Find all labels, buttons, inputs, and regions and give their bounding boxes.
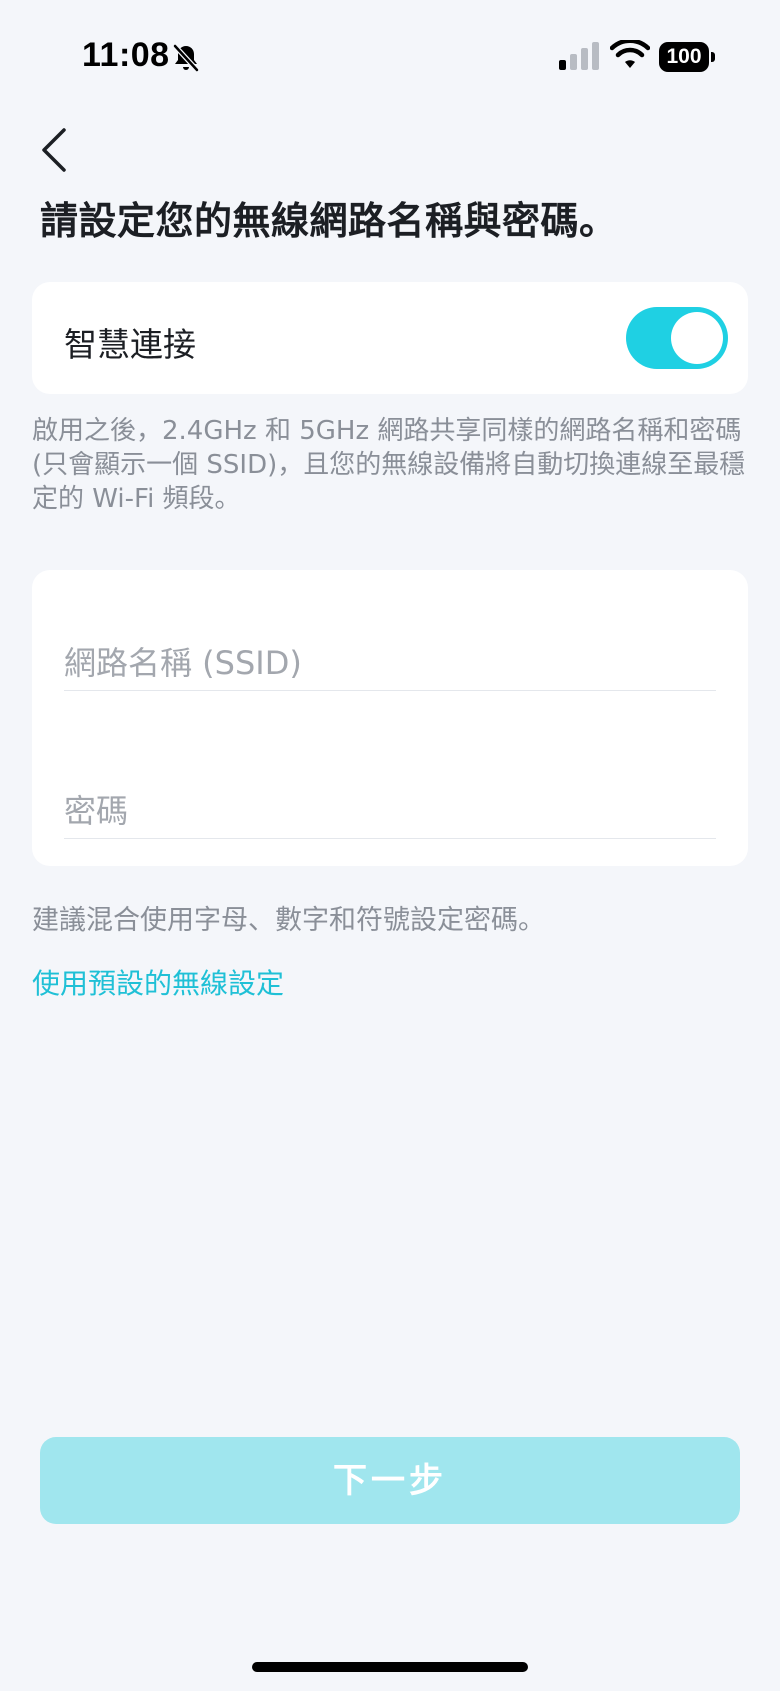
- ssid-input[interactable]: [64, 644, 716, 682]
- ssid-field-container: [64, 606, 716, 691]
- toggle-knob: [671, 312, 723, 364]
- status-bar: 11:08 100: [0, 0, 780, 120]
- next-button[interactable]: 下一步: [40, 1437, 740, 1524]
- password-hint: 建議混合使用字母、數字和符號設定密碼。: [32, 905, 545, 936]
- smart-connect-card: 智慧連接: [32, 282, 748, 394]
- smart-connect-toggle[interactable]: [626, 307, 728, 369]
- smart-connect-description: 啟用之後，2.4GHz 和 5GHz 網路共享同樣的網路名稱和密碼 (只會顯示一…: [32, 416, 746, 514]
- use-default-settings-link[interactable]: 使用預設的無線設定: [32, 962, 284, 1002]
- password-input[interactable]: [64, 792, 716, 830]
- wifi-icon: [610, 40, 650, 68]
- page-title: 請設定您的無線網路名稱與密碼。: [40, 199, 618, 243]
- password-field-container: [64, 754, 716, 839]
- cellular-signal-icon: [559, 42, 599, 70]
- chevron-left-icon[interactable]: [34, 124, 78, 176]
- smart-connect-label: 智慧連接: [64, 325, 196, 364]
- wifi-fields-card: [32, 570, 748, 866]
- home-indicator: [252, 1662, 528, 1672]
- bell-slash-icon: [173, 44, 199, 72]
- battery-icon: 100: [659, 42, 715, 72]
- battery-tip: [711, 52, 715, 62]
- status-time: 11:08: [82, 36, 170, 74]
- battery-level: 100: [659, 42, 709, 72]
